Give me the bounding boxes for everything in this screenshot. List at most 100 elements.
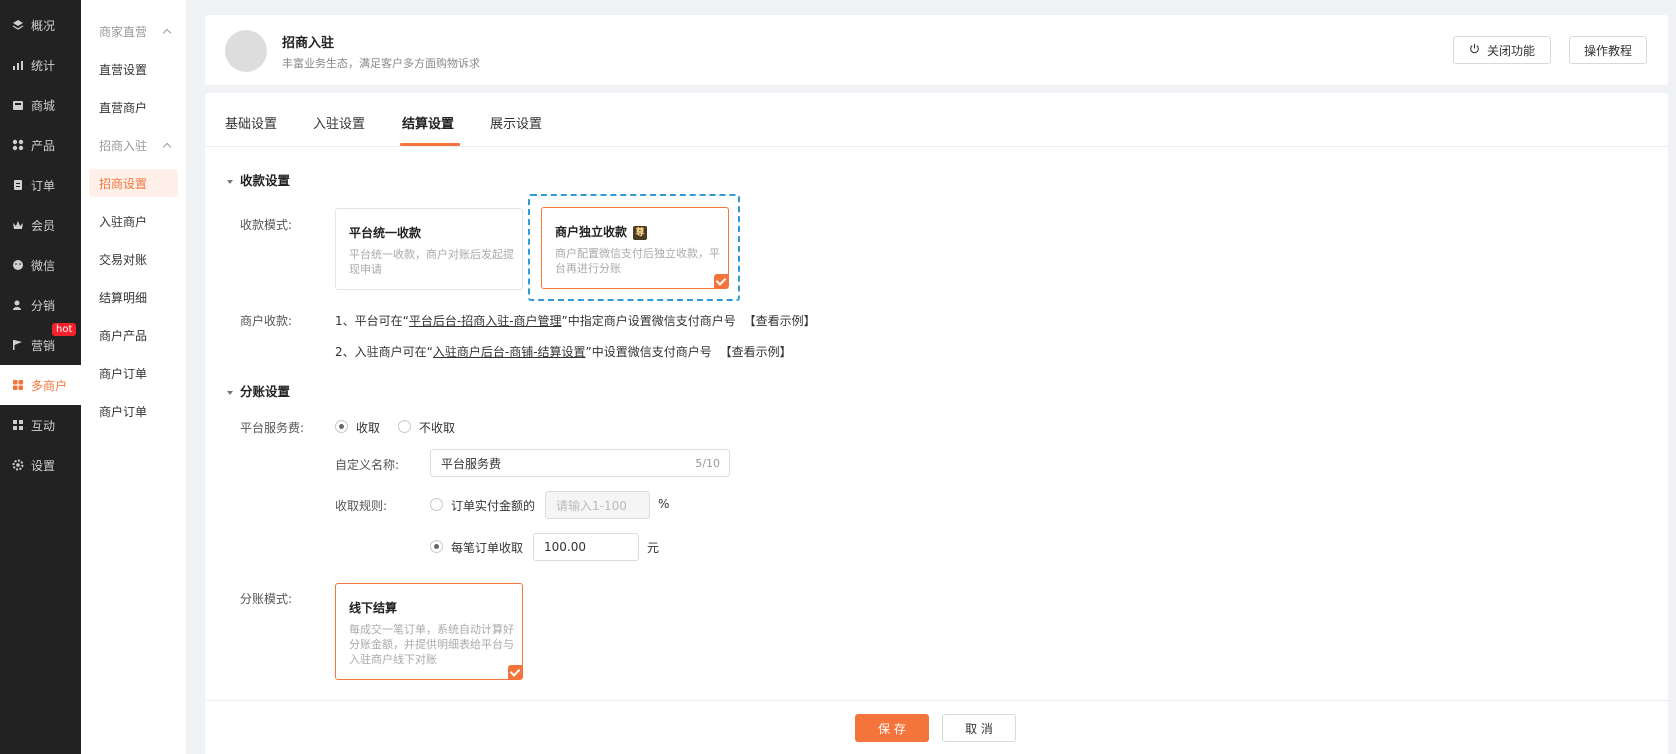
- nav-item-distribution[interactable]: 分销: [0, 285, 81, 325]
- nav-item-order[interactable]: 订单: [0, 165, 81, 205]
- char-counter: 5/10: [695, 457, 720, 470]
- instruction-line-2: 2、入驻商户可在“入驻商户后台-商铺-结算设置”中设置微信支付商户号 【查看示例…: [335, 343, 792, 360]
- checkmark-icon: [714, 274, 728, 288]
- custom-name-label: 自定义名称:: [335, 458, 400, 472]
- tab-settlement[interactable]: 结算设置: [402, 113, 454, 132]
- rule-label: 收取规则:: [335, 499, 388, 513]
- sub-group-direct[interactable]: 商家直营: [81, 12, 186, 50]
- nav-item-marketing[interactable]: 营销 hot: [0, 323, 81, 365]
- percent-unit: %: [658, 497, 670, 511]
- mode-card-desc: 每成交一笔订单，系统自动计算好分账金额，并提供明细表给平台与入驻商户线下对账: [349, 623, 514, 666]
- page-subtitle: 丰富业务生态，满足客户多方面购物诉求: [282, 57, 480, 70]
- hot-badge: hot: [52, 323, 77, 336]
- nav-label: 分销: [31, 298, 56, 313]
- radio-no-collect[interactable]: [398, 420, 411, 433]
- main-nav: 概况 统计 商城 产品 订单 会员 微信 分销 营销 hot 多商户 互动 设置: [0, 0, 81, 754]
- nav-item-member[interactable]: 会员: [0, 205, 81, 245]
- nav-label: 概况: [31, 18, 56, 33]
- nav-label: 订单: [31, 178, 56, 193]
- radio-rule-percent[interactable]: [430, 498, 443, 511]
- percent-input[interactable]: 请输入1-100: [545, 491, 650, 519]
- instruction-text: ”中设置微信支付商户号: [585, 345, 712, 359]
- tab-bar: 基础设置 入驻设置 结算设置 展示设置: [205, 93, 1668, 147]
- nav-item-overview[interactable]: 概况: [0, 5, 81, 45]
- mode-card-title: 商户独立收款尊: [555, 223, 648, 240]
- nav-item-wechat[interactable]: 微信: [0, 245, 81, 285]
- page-title: 招商入驻: [282, 36, 335, 51]
- chart-icon: [12, 59, 24, 71]
- nav-item-interaction[interactable]: 互动: [0, 405, 81, 445]
- nav-item-multi-merchant[interactable]: 多商户: [0, 365, 81, 405]
- nav-label: 多商户: [31, 378, 68, 393]
- mode-card-platform[interactable]: 平台统一收款 平台统一收款，商户对账后发起提现申请: [335, 208, 523, 290]
- sub-group-recruit[interactable]: 招商入驻: [81, 126, 186, 164]
- chevron-up-icon: [162, 142, 172, 151]
- tab-join[interactable]: 入驻设置: [313, 113, 365, 132]
- instruction-text: ”中指定商户设置微信支付商户号: [561, 314, 736, 328]
- close-feature-button[interactable]: 关闭功能: [1453, 36, 1551, 64]
- custom-name-value: 平台服务费: [441, 456, 502, 471]
- mode-card-title: 线下结算: [349, 601, 398, 615]
- clipboard-icon: [12, 179, 24, 191]
- nav-label: 统计: [31, 58, 56, 73]
- sub-item-merchant-orders-2[interactable]: 商户订单: [81, 392, 186, 430]
- page-header: 招商入驻 丰富业务生态，满足客户多方面购物诉求 关闭功能 操作教程: [205, 15, 1668, 85]
- view-example-link-2[interactable]: 【查看示例】: [720, 345, 792, 359]
- chevron-up-icon: [162, 28, 172, 37]
- active-tab-indicator: [400, 143, 460, 146]
- main-panel: 基础设置 入驻设置 结算设置 展示设置 收款设置 收款模式: 平台统一收款 平台…: [205, 93, 1668, 754]
- mode-card-desc: 平台统一收款，商户对账后发起提现申请: [349, 248, 514, 276]
- section-collect: 收款设置: [227, 170, 290, 189]
- nav-label: 商城: [31, 98, 56, 113]
- nav-item-product[interactable]: 产品: [0, 125, 81, 165]
- merchant-collect-label: 商户收款:: [240, 314, 293, 328]
- tab-basic[interactable]: 基础设置: [225, 113, 277, 132]
- nav-label: 营销: [31, 338, 56, 353]
- grid-icon: [12, 139, 24, 151]
- sub-item-direct-merchant[interactable]: 直营商户: [81, 88, 186, 126]
- sub-item-reconciliation[interactable]: 交易对账: [81, 240, 186, 278]
- instruction-text: 2、入驻商户可在“: [335, 345, 433, 359]
- tutorial-button[interactable]: 操作教程: [1569, 36, 1647, 64]
- sub-item-direct-settings[interactable]: 直营设置: [81, 50, 186, 88]
- fixed-unit: 元: [647, 541, 660, 555]
- custom-name-input[interactable]: 平台服务费 5/10: [430, 449, 730, 477]
- crown-icon: [12, 219, 24, 231]
- save-button[interactable]: 保 存: [855, 714, 929, 742]
- nav-label: 产品: [31, 138, 56, 153]
- sub-item-settlement-detail[interactable]: 结算明细: [81, 278, 186, 316]
- sub-item-merchant-products[interactable]: 商户产品: [81, 316, 186, 354]
- cancel-button[interactable]: 取 消: [942, 714, 1016, 742]
- sub-item-recruit-settings[interactable]: 招商设置: [89, 169, 178, 197]
- radio-collect[interactable]: [335, 420, 348, 433]
- mode-card-desc: 商户配置微信支付后独立收款，平台再进行分账: [555, 247, 720, 275]
- sub-item-joined-merchants[interactable]: 入驻商户: [81, 202, 186, 240]
- close-feature-label: 关闭功能: [1486, 43, 1535, 58]
- mode-card-merchant[interactable]: 商户独立收款尊 商户配置微信支付后独立收款，平台再进行分账: [541, 207, 729, 289]
- merchant-path-link[interactable]: 入驻商户后台-商铺-结算设置: [433, 345, 586, 359]
- instruction-line-1: 1、平台可在“平台后台-招商入驻-商户管理”中指定商户设置微信支付商户号 【查看…: [335, 312, 816, 329]
- platform-path-link[interactable]: 平台后台-招商入驻-商户管理: [409, 314, 562, 328]
- view-example-link-1[interactable]: 【查看示例】: [744, 314, 816, 328]
- nav-item-settings[interactable]: 设置: [0, 445, 81, 485]
- footer-bar: 保 存 取 消: [205, 700, 1668, 754]
- vip-badge-icon: 尊: [633, 225, 648, 240]
- flag-icon: [12, 339, 24, 351]
- gear-icon: [12, 459, 24, 471]
- chat-icon: [12, 259, 24, 271]
- sub-item-merchant-orders[interactable]: 商户订单: [81, 354, 186, 392]
- nav-item-mall[interactable]: 商城: [0, 85, 81, 125]
- avatar: [225, 30, 267, 72]
- radio-rule-percent-label: 订单实付金额的: [451, 499, 536, 513]
- tab-display[interactable]: 展示设置: [490, 113, 542, 132]
- user-share-icon: [12, 299, 24, 311]
- mode-card-title: 平台统一收款: [349, 226, 422, 240]
- mode-card-offline[interactable]: 线下结算 每成交一笔订单，系统自动计算好分账金额，并提供明细表给平台与入驻商户线…: [335, 583, 523, 680]
- nav-label: 互动: [31, 418, 56, 433]
- split-mode-label: 分账模式:: [240, 592, 293, 606]
- fixed-amount-input[interactable]: 100.00: [533, 533, 639, 561]
- radio-collect-label: 收取: [356, 421, 381, 435]
- radio-rule-fixed[interactable]: [430, 540, 443, 553]
- collapse-triangle-icon: [227, 390, 233, 395]
- nav-item-stats[interactable]: 统计: [0, 45, 81, 85]
